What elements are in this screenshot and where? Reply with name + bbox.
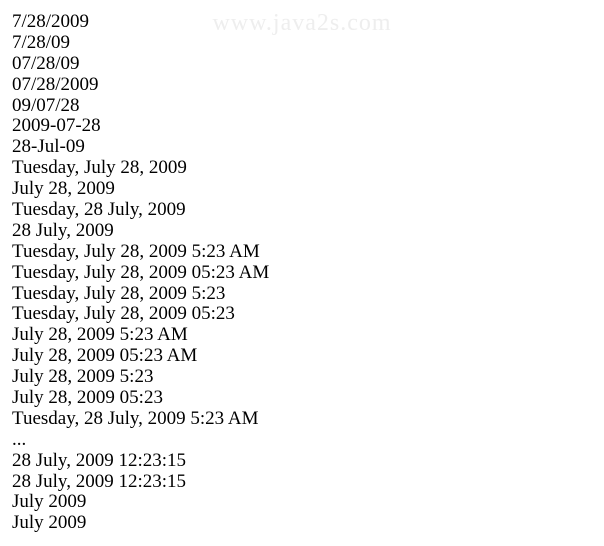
output-line: Tuesday, July 28, 2009 5:23: [12, 284, 592, 305]
output-line: July 28, 2009 5:23 AM: [12, 325, 592, 346]
output-line: Tuesday, 28 July, 2009 5:23 AM: [12, 409, 592, 430]
output-line: Tuesday, 28 July, 2009: [12, 200, 592, 221]
output-line: July 2009: [12, 492, 592, 513]
output-line: 7/28/2009: [12, 12, 592, 33]
output-line: 2009-07-28: [12, 116, 592, 137]
output-line: 07/28/09: [12, 54, 592, 75]
output-line: 07/28/2009: [12, 75, 592, 96]
output-line: Tuesday, July 28, 2009 05:23: [12, 304, 592, 325]
output-line: Tuesday, July 28, 2009 5:23 AM: [12, 242, 592, 263]
output-line: July 28, 2009 5:23: [12, 367, 592, 388]
output-line: 28 July, 2009: [12, 221, 592, 242]
output-line: Tuesday, July 28, 2009: [12, 158, 592, 179]
output-line: 28-Jul-09: [12, 137, 592, 158]
date-format-output: 7/28/2009 7/28/09 07/28/09 07/28/2009 09…: [12, 12, 592, 534]
output-line: July 28, 2009 05:23 AM: [12, 346, 592, 367]
output-line: 28 July, 2009 12:23:15: [12, 451, 592, 472]
output-line: 09/07/28: [12, 96, 592, 117]
output-line: July 28, 2009: [12, 179, 592, 200]
output-line: 7/28/09: [12, 33, 592, 54]
output-line: July 28, 2009 05:23: [12, 388, 592, 409]
output-line: ...: [12, 430, 592, 451]
output-line: Tuesday, July 28, 2009 05:23 AM: [12, 263, 592, 284]
output-line: 28 July, 2009 12:23:15: [12, 472, 592, 493]
output-line: July 2009: [12, 513, 592, 534]
